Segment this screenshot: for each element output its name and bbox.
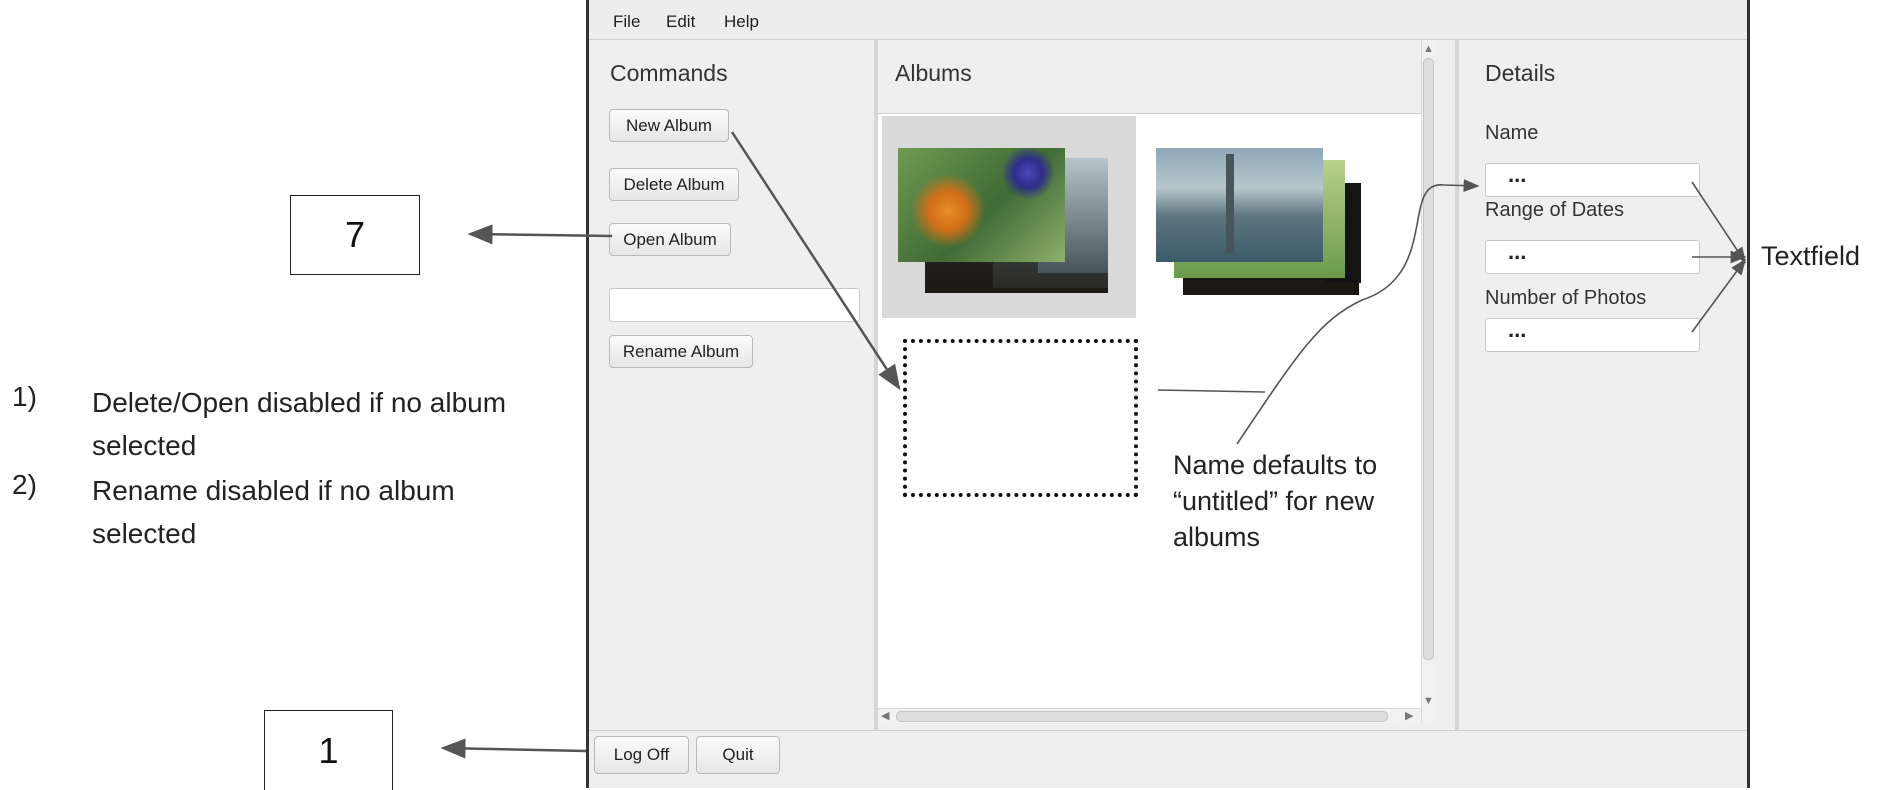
range-of-dates-field[interactable]: ... (1485, 240, 1700, 274)
open-album-button[interactable]: Open Album (609, 223, 731, 256)
menu-bar: File Edit Help (589, 0, 1747, 40)
scroll-up-icon[interactable]: ▲ (1423, 43, 1434, 55)
scroll-down-icon[interactable]: ▼ (1423, 695, 1434, 707)
vertical-scroll-thumb[interactable] (1423, 58, 1434, 660)
annotation-box-open: 7 (290, 195, 420, 275)
album-tile-2[interactable] (1140, 116, 1394, 318)
albums-pane: Albums Name defaults to “untitled” for n… (878, 40, 1434, 730)
arrow-logoff-to-box (440, 738, 587, 759)
rule-2-text: Rename disabled if no album selected (92, 475, 455, 549)
name-label: Name (1485, 122, 1539, 144)
range-of-dates-label: Range of Dates (1485, 199, 1624, 221)
name-field[interactable]: ... (1485, 163, 1700, 197)
album-thumb-stack-2 (1156, 148, 1368, 298)
rename-album-input[interactable] (609, 288, 860, 322)
log-off-label: Log Off (613, 745, 670, 764)
rule-2-number: 2) (12, 469, 37, 500)
annotation-box-logoff: 1 (264, 710, 393, 790)
menu-edit[interactable]: Edit (666, 12, 695, 32)
annotation-box-open-label: 7 (344, 214, 366, 255)
details-title: Details (1485, 60, 1556, 86)
album-tile-1[interactable] (882, 116, 1136, 318)
albums-grid: Name defaults to “untitled” for new albu… (878, 114, 1421, 722)
textfield-annotation-label: Textfield (1761, 241, 1861, 271)
rule-1-text: Delete/Open disabled if no album selecte… (92, 387, 507, 461)
albums-vertical-scrollbar[interactable]: ▲ ▼ (1421, 40, 1434, 722)
log-off-button[interactable]: Log Off (594, 736, 689, 774)
rule-1-number: 1) (12, 381, 37, 412)
number-of-photos-field[interactable]: ... (1485, 318, 1700, 352)
open-album-label: Open Album (623, 229, 717, 249)
scroll-left-icon[interactable]: ◀ (881, 709, 889, 722)
album-thumb-stack-1 (898, 148, 1110, 298)
commands-title: Commands (610, 60, 728, 86)
new-album-note: Name defaults to “untitled” for new albu… (1173, 450, 1378, 552)
scroll-right-icon[interactable]: ▶ (1405, 709, 1413, 722)
albums-title: Albums (895, 60, 972, 86)
rename-album-button[interactable]: Rename Album (609, 335, 753, 368)
horizontal-scroll-thumb[interactable] (896, 711, 1388, 722)
new-album-button[interactable]: New Album (609, 109, 729, 142)
annotation-box-logoff-label: 1 (318, 729, 339, 771)
rename-album-label: Rename Album (622, 341, 740, 361)
footer-bar: Log Off Quit (589, 730, 1747, 789)
number-of-photos-label: Number of Photos (1485, 287, 1647, 309)
menu-help[interactable]: Help (724, 12, 759, 32)
quit-label: Quit (722, 745, 754, 764)
delete-album-button[interactable]: Delete Album (609, 168, 739, 201)
app-window: File Edit Help Commands New Album Delete… (586, 0, 1750, 788)
delete-album-label: Delete Album (623, 174, 725, 194)
album-cover-image-1 (898, 148, 1065, 262)
albums-horizontal-scrollbar[interactable]: ◀ ▶ (878, 708, 1421, 723)
menu-file[interactable]: File (613, 12, 640, 32)
new-album-label: New Album (626, 115, 712, 135)
albums-header: Albums (878, 40, 1421, 114)
album-cover-image-2 (1156, 148, 1323, 262)
quit-button[interactable]: Quit (696, 736, 780, 774)
new-album-placeholder[interactable] (903, 339, 1138, 497)
pane-divider-right (1455, 40, 1459, 730)
